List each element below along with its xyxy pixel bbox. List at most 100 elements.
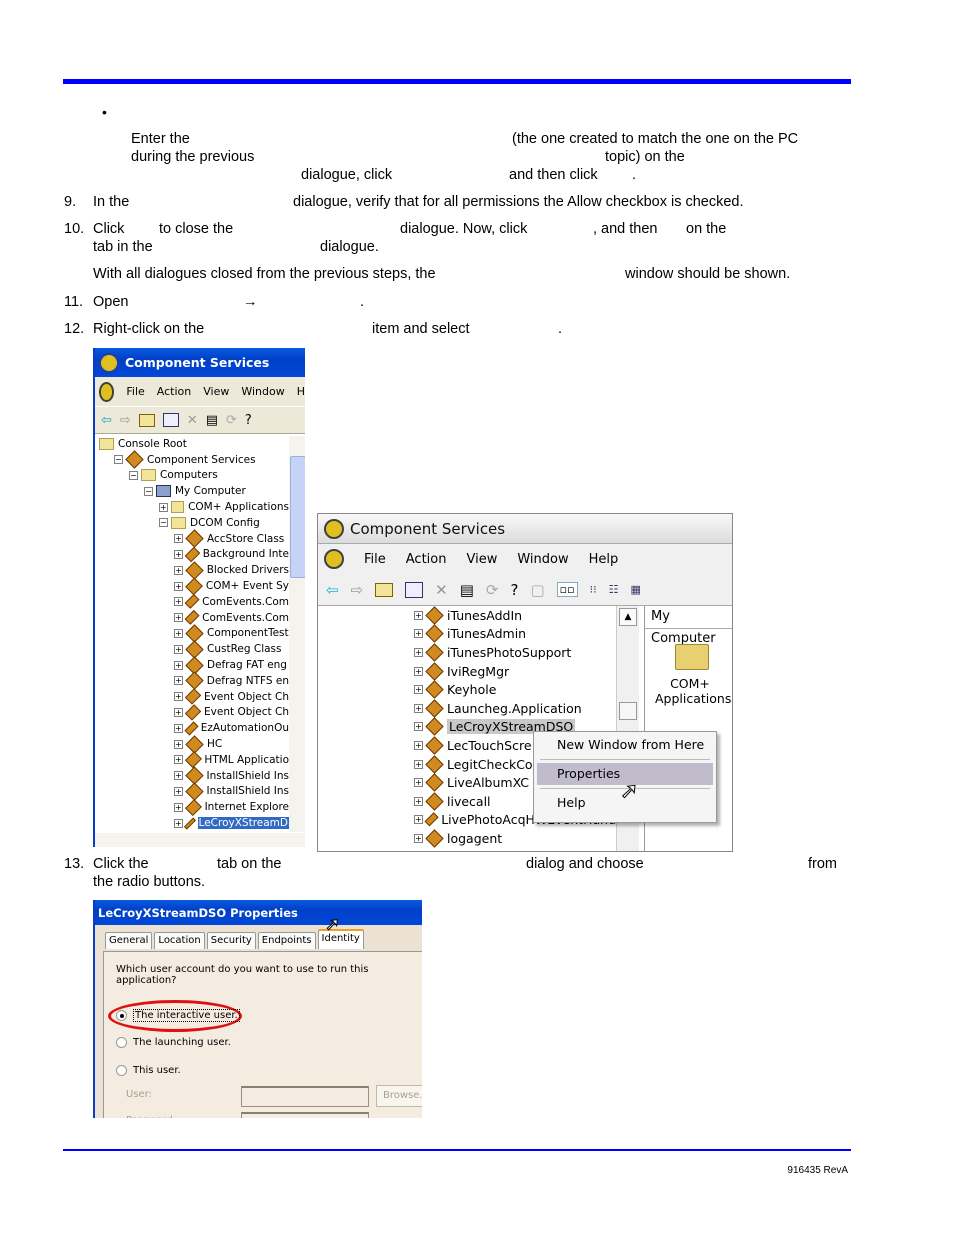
forward-icon[interactable]: ⇨	[120, 413, 131, 428]
tree-node[interactable]: + Blocked Drivers	[95, 561, 289, 580]
tree-node[interactable]: − Component Services	[95, 450, 289, 469]
tree-node[interactable]: + EzAutomationOu	[95, 720, 289, 736]
tree-node[interactable]: + Defrag FAT eng	[95, 655, 289, 675]
expand-icon[interactable]: +	[414, 740, 423, 750]
expand-icon[interactable]: +	[174, 739, 183, 749]
expand-icon[interactable]: +	[414, 647, 423, 657]
expand-icon[interactable]: +	[414, 722, 423, 732]
tree-node[interactable]: + iTunesAdmin	[414, 624, 616, 644]
menu-help[interactable]: H	[297, 385, 305, 398]
tree-node[interactable]: − DCOM Config	[95, 515, 289, 531]
expand-icon[interactable]: +	[174, 723, 183, 733]
expand-icon[interactable]: +	[414, 610, 423, 620]
tree-node[interactable]: + iTunesPhotoSupport	[414, 643, 616, 662]
expand-icon[interactable]: +	[174, 660, 183, 670]
tree-node[interactable]: + Background Inte	[95, 546, 289, 563]
expand-icon[interactable]: +	[414, 815, 423, 825]
expand-icon[interactable]: +	[414, 833, 423, 843]
tree-node[interactable]: + COM+ Applications	[95, 499, 289, 515]
tree-node[interactable]: + Keyhole	[414, 680, 616, 699]
scroll-thumb[interactable]	[619, 702, 637, 720]
delete-icon[interactable]: ✕	[187, 413, 198, 428]
expand-icon[interactable]: +	[414, 796, 423, 806]
expand-icon[interactable]: +	[174, 597, 183, 607]
tree-node[interactable]: − Computers	[95, 468, 289, 484]
tree-node[interactable]: + ComEvents.Com	[95, 594, 289, 610]
expand-icon[interactable]: +	[174, 771, 183, 781]
tree-node[interactable]: + ComEvents.Com	[95, 610, 289, 626]
menu-action[interactable]: Action	[157, 385, 191, 398]
folder-label[interactable]: COM+ Applications	[655, 676, 731, 706]
radio-unchecked-icon[interactable]	[116, 1065, 127, 1076]
user-input[interactable]	[241, 1086, 369, 1107]
expand-icon[interactable]: +	[174, 644, 183, 654]
radio-checked-icon[interactable]	[116, 1010, 127, 1021]
tree-node[interactable]: − My Computer	[95, 483, 289, 499]
vertical-scrollbar[interactable]	[289, 436, 305, 832]
menu-view[interactable]: View	[466, 552, 497, 567]
back-icon[interactable]: ⇦	[101, 413, 112, 428]
menu-window[interactable]: Window	[517, 552, 568, 567]
forward-icon[interactable]: ⇨	[351, 581, 364, 599]
expand-icon[interactable]: +	[174, 613, 183, 623]
tree-node[interactable]: + Event Object Ch	[95, 688, 289, 705]
collapse-icon[interactable]: −	[114, 455, 123, 465]
expand-icon[interactable]: +	[414, 666, 423, 676]
tree-node[interactable]: + LeCroyXStreamD	[95, 815, 289, 831]
large-icons-view-icon[interactable]: ▫▫	[556, 582, 578, 597]
tree-node[interactable]: + CustReg Class	[95, 640, 289, 659]
refresh-icon[interactable]: ⟳	[226, 413, 237, 428]
small-icons-view-icon[interactable]: ⁝⁝	[590, 583, 597, 596]
tree-node[interactable]: + InstallShield Ins	[95, 782, 289, 801]
tab-general[interactable]: General	[105, 932, 153, 949]
tree-node[interactable]: + Launcheg.Application	[414, 699, 616, 718]
expand-icon[interactable]: +	[174, 565, 183, 575]
expand-icon[interactable]: +	[174, 802, 183, 812]
expand-icon[interactable]: +	[174, 755, 183, 765]
horizontal-scrollbar[interactable]	[95, 833, 305, 847]
expand-icon[interactable]: +	[174, 818, 183, 828]
tab-endpoints[interactable]: Endpoints	[257, 932, 316, 949]
tree-node[interactable]: + HC	[95, 734, 289, 754]
expand-icon[interactable]: +	[414, 778, 423, 788]
new-window-icon[interactable]: ▢	[530, 581, 544, 599]
tree-node[interactable]: + HTML Applicatio	[95, 751, 289, 769]
expand-icon[interactable]: +	[414, 759, 423, 769]
tree-node[interactable]: + AccStore Class	[95, 529, 289, 548]
expand-icon[interactable]: +	[174, 707, 183, 717]
tree-node[interactable]: + logagent	[414, 829, 616, 848]
tree-node[interactable]: + Defrag NTFS en	[95, 671, 289, 690]
password-input[interactable]	[241, 1112, 369, 1118]
menu-window[interactable]: Window	[241, 385, 284, 398]
scroll-thumb[interactable]	[290, 456, 305, 578]
refresh-icon[interactable]: ⟳	[486, 581, 499, 599]
radio-interactive-user[interactable]: The interactive user.	[116, 1009, 240, 1022]
menu-help[interactable]: Help	[589, 552, 619, 567]
detail-view-icon[interactable]: ▦	[630, 583, 640, 596]
back-icon[interactable]: ⇦	[326, 581, 339, 599]
tree-node[interactable]: Console Root	[95, 436, 289, 452]
collapse-icon[interactable]: −	[129, 470, 138, 480]
expand-icon[interactable]: +	[414, 703, 423, 713]
expand-icon[interactable]: +	[174, 692, 183, 702]
tree-node[interactable]: + Event Object Ch	[95, 704, 289, 721]
tree-node[interactable]: + ComponentTest	[95, 624, 289, 643]
expand-icon[interactable]: +	[414, 685, 423, 695]
collapse-icon[interactable]: −	[144, 486, 153, 496]
expand-icon[interactable]: +	[174, 628, 183, 638]
expand-icon[interactable]: +	[174, 534, 183, 544]
expand-icon[interactable]: +	[174, 676, 183, 686]
delete-icon[interactable]: ✕	[435, 581, 448, 599]
expand-icon[interactable]: +	[414, 629, 423, 639]
tree-node[interactable]: + COM+ Event Sy	[95, 577, 289, 595]
tree-node[interactable]: + InstallShield Ins	[95, 766, 289, 785]
menu-file[interactable]: File	[126, 385, 144, 398]
tab-security[interactable]: Security	[206, 932, 256, 949]
tree-node[interactable]: + Internet Explore	[95, 798, 289, 816]
list-view-icon[interactable]: ☷	[609, 583, 619, 596]
radio-launching-user[interactable]: The launching user.	[116, 1037, 231, 1048]
scroll-up-icon[interactable]: ▲	[619, 608, 637, 626]
folder-icon[interactable]	[675, 644, 709, 670]
radio-this-user[interactable]: This user.	[116, 1065, 181, 1076]
menu-action[interactable]: Action	[406, 552, 447, 567]
